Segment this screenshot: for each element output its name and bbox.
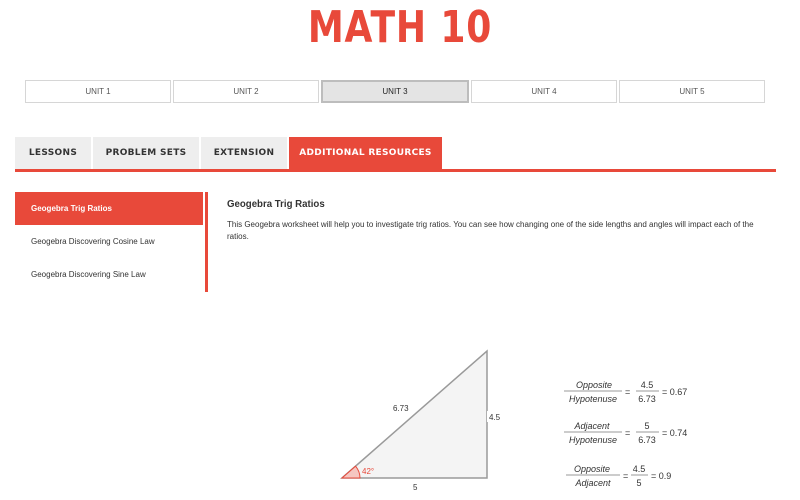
right-triangle[interactable] (340, 349, 488, 479)
sidebar-item-sine-law[interactable]: Geogebra Discovering Sine Law (15, 258, 205, 291)
section-tabs: LESSONS PROBLEM SETS EXTENSION ADDITIONA… (15, 137, 776, 172)
svg-text:Hypotenuse: Hypotenuse (569, 435, 617, 445)
geogebra-applet[interactable]: 42° 6.73 4.5 5 Opposite Hypotenuse = 4.5… (320, 340, 800, 500)
ratio-cosine: Adjacent Hypotenuse = 5 6.73 = 0.74 (564, 421, 687, 445)
ratio-tangent: Opposite Adjacent = 4.5 5 = 0.9 (566, 464, 671, 488)
tab-lessons[interactable]: LESSONS (15, 137, 91, 169)
opposite-label: 4.5 (489, 413, 501, 422)
svg-text:Adjacent: Adjacent (573, 421, 610, 431)
svg-text:= 0.9: = 0.9 (651, 471, 671, 481)
svg-text:Opposite: Opposite (574, 464, 610, 474)
svg-text:6.73: 6.73 (638, 435, 656, 445)
unit-5-button[interactable]: UNIT 5 (619, 80, 765, 103)
svg-text:4.5: 4.5 (633, 464, 646, 474)
adjacent-label: 5 (413, 483, 418, 492)
ratio-sine: Opposite Hypotenuse = 4.5 6.73 = 0.67 (564, 380, 687, 404)
tab-problem-sets[interactable]: PROBLEM SETS (93, 137, 199, 169)
svg-text:=: = (625, 428, 630, 438)
unit-3-button[interactable]: UNIT 3 (321, 80, 469, 103)
svg-text:=: = (625, 387, 630, 397)
tab-extension[interactable]: EXTENSION (201, 137, 287, 169)
sidebar-item-trig-ratios[interactable]: Geogebra Trig Ratios (15, 192, 203, 225)
unit-4-button[interactable]: UNIT 4 (471, 80, 617, 103)
content-description: This Geogebra worksheet will help you to… (227, 220, 754, 241)
svg-text:= 0.67: = 0.67 (662, 387, 687, 397)
svg-text:Hypotenuse: Hypotenuse (569, 394, 617, 404)
svg-text:Adjacent: Adjacent (574, 478, 611, 488)
unit-1-button[interactable]: UNIT 1 (25, 80, 171, 103)
hypotenuse-label: 6.73 (393, 404, 409, 413)
unit-2-button[interactable]: UNIT 2 (173, 80, 319, 103)
angle-label: 42° (362, 467, 374, 476)
svg-text:= 0.74: = 0.74 (662, 428, 687, 438)
svg-text:5: 5 (644, 421, 649, 431)
svg-text:5: 5 (636, 478, 641, 488)
site-title: MATH 10 (307, 2, 493, 53)
content-title: Geogebra Trig Ratios (227, 198, 325, 210)
resource-sidebar: Geogebra Trig Ratios Geogebra Discoverin… (15, 192, 208, 292)
unit-nav: UNIT 1 UNIT 2 UNIT 3 UNIT 4 UNIT 5 (25, 80, 765, 103)
sidebar-item-cosine-law[interactable]: Geogebra Discovering Cosine Law (15, 225, 205, 258)
svg-text:4.5: 4.5 (641, 380, 654, 390)
angle-marker (340, 465, 361, 479)
svg-text:6.73: 6.73 (638, 394, 656, 404)
tab-additional-resources[interactable]: ADDITIONAL RESOURCES (289, 137, 442, 169)
svg-text:Opposite: Opposite (576, 380, 612, 390)
svg-text:=: = (623, 471, 628, 481)
